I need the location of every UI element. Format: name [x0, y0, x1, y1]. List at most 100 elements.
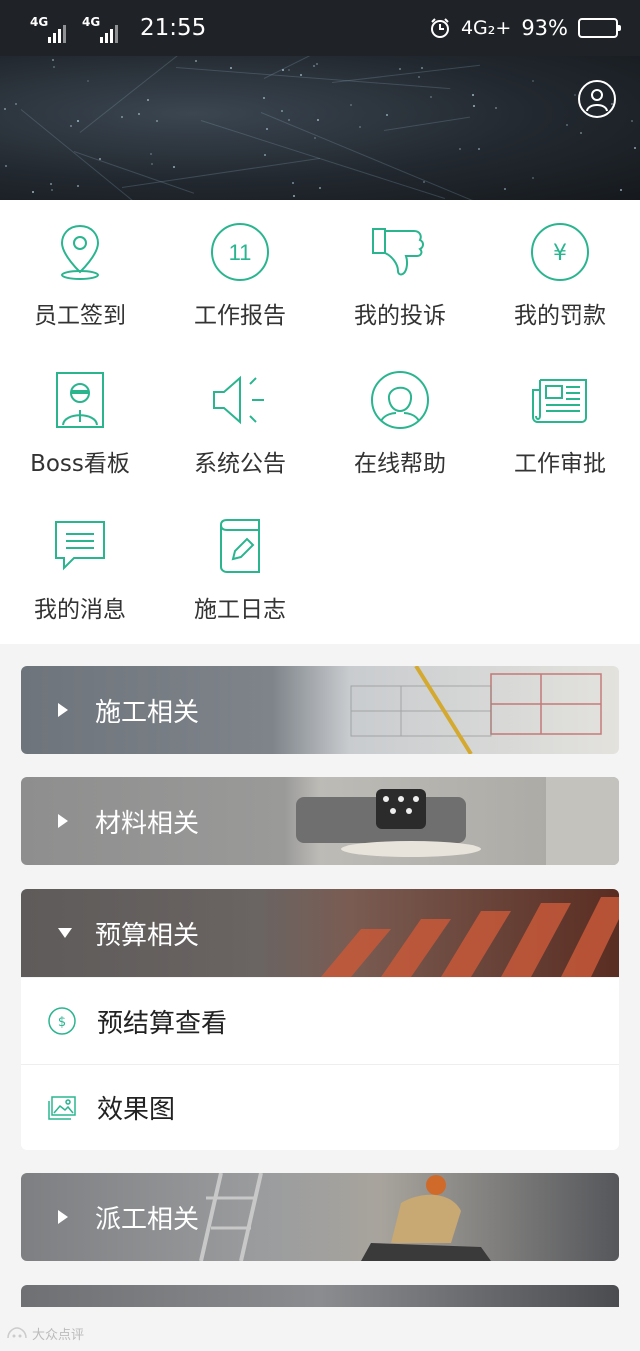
banner-star: [429, 96, 432, 99]
banner-star: [358, 126, 361, 129]
expand-arrow-icon: [58, 928, 72, 938]
banner-star: [420, 67, 423, 70]
banner-star: [281, 110, 284, 113]
section-dispatch[interactable]: 派工相关: [21, 1173, 619, 1261]
svg-text:$: $: [58, 1015, 66, 1030]
banner-star: [565, 123, 568, 126]
message-icon: [48, 514, 112, 578]
section-partial[interactable]: [21, 1285, 619, 1307]
menu-item-construction-log[interactable]: 施工日志: [160, 494, 320, 624]
banner-star: [573, 94, 576, 97]
banner-star: [50, 189, 53, 192]
banner-star: [69, 124, 72, 127]
banner-star: [53, 65, 56, 68]
network-type: 4G₂+: [460, 17, 512, 39]
help-person-icon: [368, 368, 432, 432]
yen-icon: ¥: [528, 220, 592, 284]
battery-icon: [578, 18, 621, 38]
header-banner: [0, 56, 640, 200]
banner-star: [15, 102, 18, 105]
signal-icon-2: 4G: [78, 13, 118, 43]
section-materials[interactable]: 材料相关: [21, 777, 619, 865]
profile-button[interactable]: [578, 80, 616, 118]
banner-star: [312, 65, 315, 68]
banner-star: [147, 98, 150, 101]
feature-grid: 员工签到 11 工作报告 我的投诉 ¥ 我的罚款 Boss看板 系统公告 在线帮…: [0, 200, 640, 644]
speaker-icon: [208, 368, 272, 432]
menu-item-fines[interactable]: ¥ 我的罚款: [480, 200, 640, 330]
banner-star: [194, 60, 197, 63]
banner-star: [151, 162, 154, 165]
section-construction[interactable]: 施工相关: [21, 666, 619, 754]
banner-star: [288, 119, 291, 122]
banner-star: [137, 112, 140, 115]
menu-item-announcement[interactable]: 系统公告: [160, 348, 320, 478]
clock: 21:55: [140, 15, 207, 41]
log-book-icon: [208, 514, 272, 578]
section-budget[interactable]: 预算相关: [21, 889, 619, 977]
collapse-arrow-icon: [58, 703, 68, 717]
banner-streak: [332, 64, 480, 83]
banner-star: [478, 148, 481, 151]
banner-star: [458, 148, 461, 151]
watermark: 大众点评: [6, 1324, 84, 1343]
boss-board-icon: [48, 368, 112, 432]
banner-star: [531, 80, 534, 83]
location-pin-icon: [48, 220, 112, 284]
banner-star: [4, 107, 7, 110]
banner-star: [230, 67, 233, 70]
banner-star: [87, 79, 90, 82]
banner-star: [579, 132, 582, 135]
menu-item-work-report[interactable]: 11 工作报告: [160, 200, 320, 330]
report-11-icon: 11: [208, 220, 272, 284]
banner-star: [503, 187, 506, 190]
svg-text:¥: ¥: [553, 241, 567, 266]
banner-star: [350, 103, 353, 106]
signal-icon: 4G: [26, 13, 66, 43]
banner-star: [293, 195, 296, 198]
banner-star: [633, 147, 636, 150]
menu-item-complaints[interactable]: 我的投诉: [320, 200, 480, 330]
banner-star: [316, 63, 319, 66]
report-badge: 11: [229, 240, 252, 265]
budget-submenu: $ 预结算查看 效果图: [21, 978, 619, 1150]
banner-star: [76, 185, 79, 188]
banner-star: [313, 136, 316, 139]
banner-star: [150, 152, 153, 155]
banner-star: [319, 186, 322, 189]
banner-star: [494, 106, 497, 109]
banner-star: [77, 119, 80, 122]
banner-star: [385, 113, 388, 116]
banner-star: [52, 59, 55, 62]
banner-streak: [383, 116, 470, 132]
menu-item-boss-board[interactable]: Boss看板: [0, 348, 160, 478]
banner-star: [292, 181, 294, 184]
submenu-item-settlement[interactable]: $ 预结算查看: [21, 978, 619, 1064]
alarm-icon: [430, 18, 449, 38]
section-bg-partial: [21, 1285, 619, 1307]
banner-star: [472, 104, 475, 107]
dollar-circle-icon: $: [48, 1007, 76, 1035]
banner-streak: [176, 66, 450, 89]
banner-star: [317, 119, 320, 122]
banner-star: [619, 189, 622, 192]
banner-star: [262, 96, 265, 99]
watermark-logo-icon: [7, 1326, 27, 1338]
collapse-arrow-icon: [58, 814, 68, 828]
banner-streak: [20, 109, 156, 200]
menu-item-approval[interactable]: 工作审批: [480, 348, 640, 478]
submenu-item-renderings[interactable]: 效果图: [21, 1064, 619, 1150]
status-bar: 4G 4G 21:55 4G₂+ 93%: [0, 0, 640, 56]
menu-item-messages[interactable]: 我的消息: [0, 494, 160, 624]
banner-star: [266, 127, 269, 130]
banner-star: [422, 181, 425, 184]
user-icon: [586, 89, 608, 112]
menu-item-checkin[interactable]: 员工签到: [0, 200, 160, 330]
banner-streak: [260, 112, 474, 200]
battery-percent: 93%: [521, 16, 568, 40]
image-gallery-icon: [48, 1095, 76, 1120]
banner-star: [263, 154, 266, 157]
banner-star: [173, 166, 176, 169]
banner-star: [5, 164, 8, 167]
menu-item-online-help[interactable]: 在线帮助: [320, 348, 480, 478]
